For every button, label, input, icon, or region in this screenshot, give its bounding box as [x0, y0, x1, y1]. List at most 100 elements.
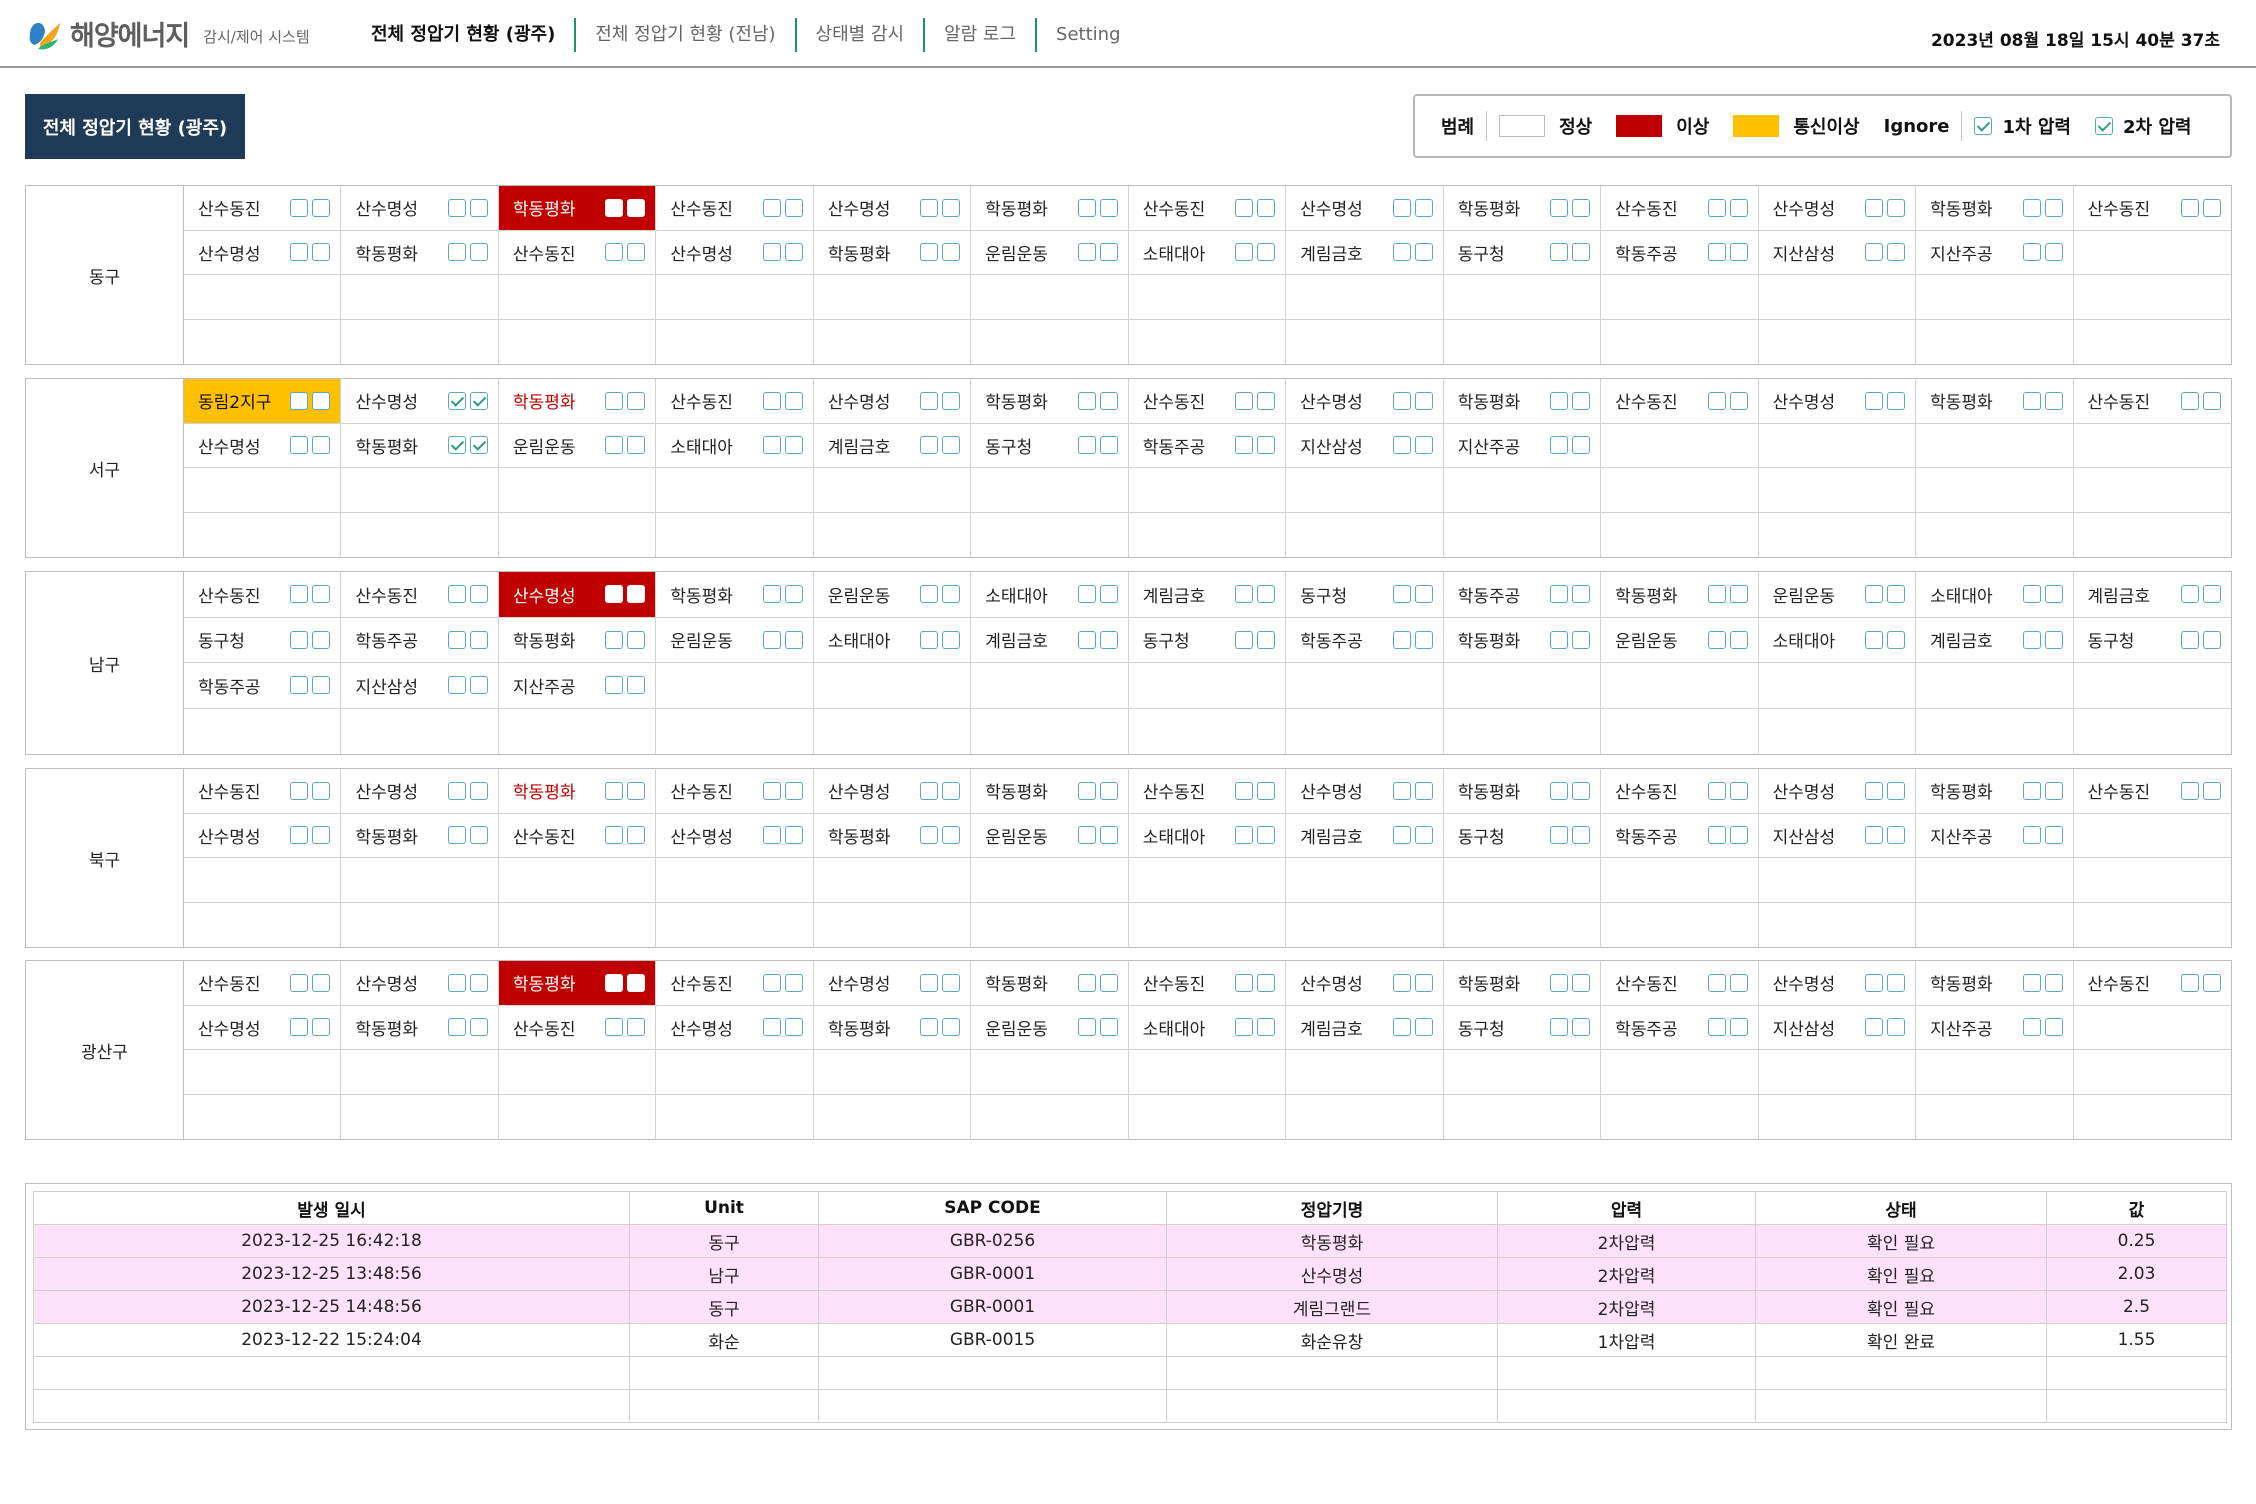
- second-pressure-checkbox[interactable]: [312, 391, 331, 410]
- first-pressure-checkbox[interactable]: [2022, 391, 2041, 410]
- station-cell[interactable]: 동구청: [1286, 572, 1444, 618]
- first-pressure-checkbox[interactable]: [290, 1018, 309, 1037]
- second-pressure-checkbox[interactable]: [1729, 391, 1748, 410]
- first-pressure-checkbox[interactable]: [1707, 781, 1726, 800]
- second-pressure-checkbox[interactable]: [1572, 243, 1591, 262]
- station-cell[interactable]: 산수동진: [1128, 379, 1287, 424]
- second-pressure-checkbox[interactable]: [2044, 781, 2063, 800]
- second-pressure-checkbox[interactable]: [942, 973, 961, 992]
- first-pressure-checkbox[interactable]: [762, 436, 781, 455]
- first-pressure-checkbox[interactable]: [1235, 630, 1254, 649]
- first-pressure-checkbox[interactable]: [2180, 585, 2199, 604]
- station-cell[interactable]: 계림금호: [813, 423, 972, 468]
- first-pressure-checkbox[interactable]: [447, 826, 466, 845]
- first-pressure-checkbox[interactable]: [605, 676, 624, 695]
- first-pressure-checkbox[interactable]: [2180, 391, 2199, 410]
- station-cell[interactable]: 산수동진: [2073, 379, 2231, 424]
- second-pressure-checkbox[interactable]: [2202, 391, 2221, 410]
- second-pressure-checkbox[interactable]: [784, 781, 803, 800]
- station-cell[interactable]: 학동평화: [971, 961, 1129, 1006]
- second-pressure-checkbox[interactable]: [469, 436, 488, 455]
- station-cell[interactable]: 학동평화: [341, 423, 499, 468]
- station-cell[interactable]: 학동평화: [1443, 961, 1602, 1006]
- station-cell[interactable]: 산수명성: [184, 230, 342, 275]
- second-pressure-checkbox[interactable]: [312, 585, 331, 604]
- station-cell[interactable]: 학동평화: [656, 572, 814, 618]
- station-cell[interactable]: 학동평화: [971, 186, 1129, 231]
- first-pressure-checkbox[interactable]: [2022, 781, 2041, 800]
- first-pressure-checkbox[interactable]: [920, 1018, 939, 1037]
- second-pressure-checkbox[interactable]: [2202, 781, 2221, 800]
- first-pressure-checkbox[interactable]: [2022, 1018, 2041, 1037]
- first-pressure-checkbox[interactable]: [762, 585, 781, 604]
- log-row[interactable]: 2023-12-25 16:42:18 동구 GBR-0256 학동평화 2차압력 확인 …: [33, 1224, 2227, 1258]
- second-pressure-checkbox[interactable]: [1414, 585, 1433, 604]
- station-cell[interactable]: 운림운동: [498, 423, 657, 468]
- first-pressure-checkbox[interactable]: [290, 243, 309, 262]
- second-pressure-checkbox[interactable]: [942, 1018, 961, 1037]
- first-pressure-checkbox[interactable]: [1235, 1018, 1254, 1037]
- second-pressure-checkbox[interactable]: [312, 676, 331, 695]
- first-pressure-checkbox[interactable]: [920, 198, 939, 217]
- first-pressure-checkbox[interactable]: [1392, 973, 1411, 992]
- station-cell[interactable]: 산수동진: [184, 572, 342, 618]
- second-pressure-checkbox[interactable]: [1887, 391, 1906, 410]
- first-pressure-checkbox[interactable]: [920, 243, 939, 262]
- first-pressure-checkbox[interactable]: [1550, 1018, 1569, 1037]
- first-pressure-checkbox[interactable]: [1865, 585, 1884, 604]
- second-pressure-checkbox[interactable]: [469, 676, 488, 695]
- second-pressure-checkbox[interactable]: [2202, 973, 2221, 992]
- second-pressure-checkbox[interactable]: [469, 391, 488, 410]
- second-pressure-checkbox[interactable]: [312, 826, 331, 845]
- first-pressure-checkbox[interactable]: [605, 436, 624, 455]
- station-cell[interactable]: 소태대아: [1128, 813, 1287, 858]
- station-cell[interactable]: 소태대아: [1128, 230, 1287, 275]
- second-pressure-checkbox[interactable]: [1572, 391, 1591, 410]
- second-pressure-checkbox[interactable]: [1099, 243, 1118, 262]
- station-cell[interactable]: 운림운동: [813, 572, 972, 618]
- station-cell[interactable]: 소태대아: [1758, 617, 1917, 663]
- second-pressure-checkbox[interactable]: [1414, 243, 1433, 262]
- station-cell[interactable]: 학동주공: [1286, 617, 1444, 663]
- second-pressure-checkbox[interactable]: [1572, 436, 1591, 455]
- first-pressure-checkbox[interactable]: [1550, 243, 1569, 262]
- first-pressure-checkbox[interactable]: [1550, 391, 1569, 410]
- second-pressure-checkbox[interactable]: [1729, 781, 1748, 800]
- station-cell[interactable]: 산수명성: [656, 813, 814, 858]
- second-pressure-checkbox[interactable]: [1099, 781, 1118, 800]
- second-pressure-checkbox[interactable]: [1414, 826, 1433, 845]
- station-cell[interactable]: 산수명성: [1286, 186, 1444, 231]
- station-cell[interactable]: 산수동진: [498, 1005, 657, 1050]
- station-cell[interactable]: 산수동진: [1128, 769, 1287, 814]
- first-pressure-checkbox[interactable]: [1235, 391, 1254, 410]
- station-cell[interactable]: 산수명성: [184, 423, 342, 468]
- nav-gwangju-overview[interactable]: 전체 정압기 현황 (광주): [352, 18, 577, 52]
- first-pressure-checkbox[interactable]: [920, 436, 939, 455]
- station-cell[interactable]: 산수동진: [498, 813, 657, 858]
- first-pressure-checkbox[interactable]: [1392, 198, 1411, 217]
- second-pressure-checkbox[interactable]: [2044, 973, 2063, 992]
- first-pressure-checkbox[interactable]: [1077, 198, 1096, 217]
- col-header-sap-code[interactable]: SAP CODE: [818, 1191, 1167, 1225]
- second-pressure-checkbox[interactable]: [1414, 630, 1433, 649]
- station-cell[interactable]: 산수동진: [1601, 186, 1759, 231]
- station-cell[interactable]: 학동평화: [341, 1005, 499, 1050]
- nav-status-monitor[interactable]: 상태별 감시: [797, 18, 926, 52]
- second-pressure-checkbox[interactable]: [1729, 630, 1748, 649]
- station-cell[interactable]: 계림금호: [2073, 572, 2231, 618]
- first-pressure-checkbox[interactable]: [1235, 243, 1254, 262]
- second-pressure-checkbox[interactable]: [627, 198, 646, 217]
- nav-alarm-log[interactable]: 알람 로그: [925, 18, 1038, 52]
- second-pressure-checkbox[interactable]: [469, 630, 488, 649]
- second-pressure-checkbox[interactable]: [942, 826, 961, 845]
- station-cell[interactable]: 학동평화: [1916, 961, 2074, 1006]
- second-pressure-checkbox[interactable]: [2044, 198, 2063, 217]
- first-pressure-checkbox[interactable]: [605, 781, 624, 800]
- station-cell[interactable]: 산수명성: [656, 1005, 814, 1050]
- second-pressure-checkbox[interactable]: [1257, 826, 1276, 845]
- second-pressure-checkbox[interactable]: [627, 973, 646, 992]
- second-pressure-checkbox[interactable]: [942, 391, 961, 410]
- first-pressure-checkbox[interactable]: [920, 826, 939, 845]
- station-cell[interactable]: 학동주공: [1601, 230, 1759, 275]
- station-cell[interactable]: 산수명성: [341, 186, 499, 231]
